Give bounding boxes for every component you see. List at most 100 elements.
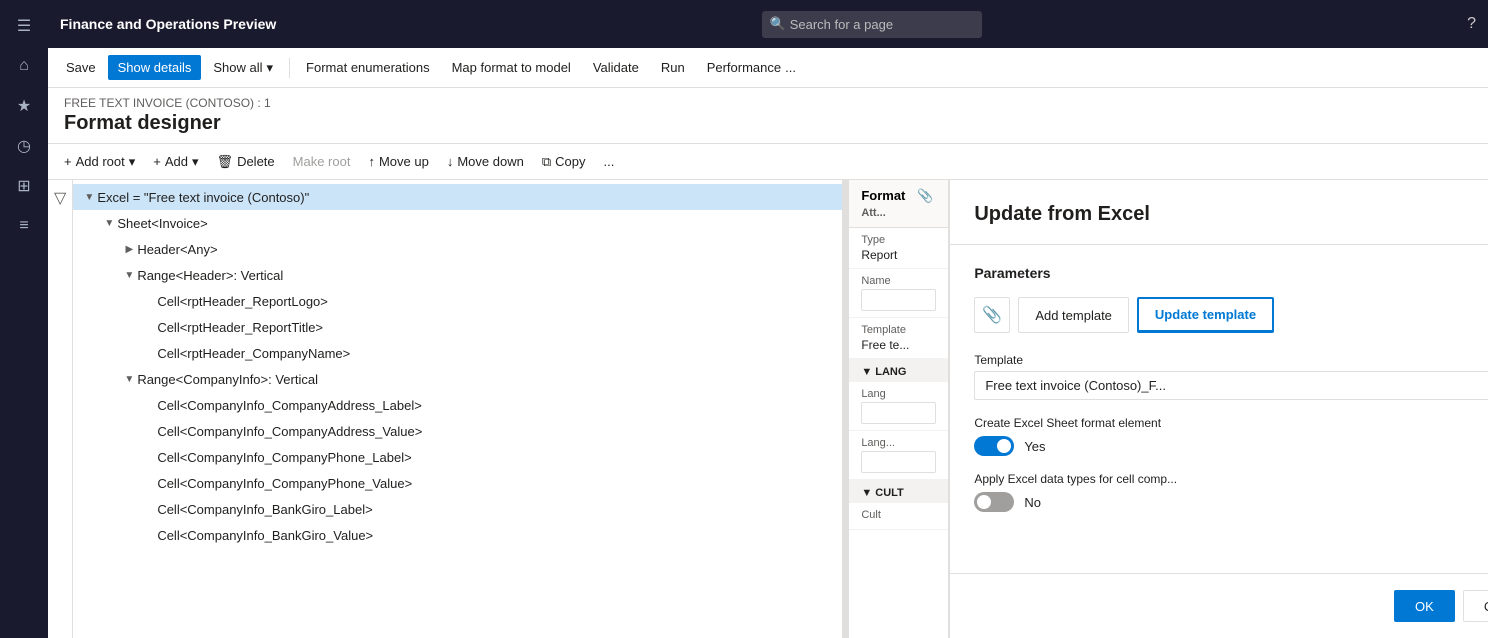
tree-node-10[interactable]: Cell<CompanyInfo_CompanyAddress_Value> xyxy=(73,418,842,444)
add-button[interactable]: + Add ▾ xyxy=(145,150,206,174)
help-icon[interactable]: ? xyxy=(1467,15,1476,33)
update-template-button[interactable]: Update template xyxy=(1137,297,1274,333)
delete-button[interactable]: 🗑 Delete xyxy=(209,150,283,174)
props-cult-row: Cult xyxy=(849,503,948,530)
att-label: Att... xyxy=(861,207,885,219)
search-icon: 🔍 xyxy=(770,16,786,32)
cancel-button[interactable]: Cancel xyxy=(1463,590,1488,622)
save-button[interactable]: Save xyxy=(56,55,106,80)
favorites-icon[interactable]: ★ xyxy=(6,88,42,124)
tree-node-2[interactable]: ▼ Sheet<Invoice> xyxy=(73,210,842,236)
content-area: ▽ ▼ Excel = "Free text invoice (Contoso)… xyxy=(48,180,1488,638)
format-enumerations-button[interactable]: Format enumerations xyxy=(296,55,440,80)
toggle-icon-6 xyxy=(141,319,157,335)
add-root-button[interactable]: + Add root ▾ xyxy=(56,150,143,174)
page-header: FREE TEXT INVOICE (CONTOSO) : 1 Format d… xyxy=(48,88,1488,144)
lang-section: ▼ LANG xyxy=(849,359,948,382)
props-type-row: Type Report xyxy=(849,228,948,269)
right-panel-header: Update from Excel ∧ xyxy=(950,180,1488,245)
parameters-section-title: Parameters xyxy=(974,265,1488,281)
toggle-icon-5 xyxy=(141,293,157,309)
cult-section-label: ▼ CULT xyxy=(861,487,903,499)
map-format-to-model-button[interactable]: Map format to model xyxy=(442,55,581,80)
down-arrow-icon: ↓ xyxy=(447,154,454,169)
tree-node-5[interactable]: Cell<rptHeader_ReportLogo> xyxy=(73,288,842,314)
template-select[interactable]: Free text invoice (Contoso)_F... xyxy=(974,371,1488,400)
app-rail: ☰ ⌂ ★ ◷ ⊞ ≡ xyxy=(0,0,48,638)
validate-button[interactable]: Validate xyxy=(583,55,649,80)
template-field: Template Free text invoice (Contoso)_F..… xyxy=(974,353,1488,400)
lang-label: Lang xyxy=(861,388,936,400)
performance-button[interactable]: Performance ... xyxy=(697,55,806,80)
toggle-icon-13 xyxy=(141,501,157,517)
tree-node-11[interactable]: Cell<CompanyInfo_CompanyPhone_Label> xyxy=(73,444,842,470)
tree-node-6[interactable]: Cell<rptHeader_ReportTitle> xyxy=(73,314,842,340)
lang-input[interactable] xyxy=(861,402,936,424)
filter-icon[interactable]: ▽ xyxy=(54,188,66,208)
tree-node-3[interactable]: ▶ Header<Any> xyxy=(73,236,842,262)
ellipsis-icon: ... xyxy=(785,60,796,75)
more-button[interactable]: ... xyxy=(595,150,622,173)
tree-node-4[interactable]: ▼ Range<Header>: Vertical xyxy=(73,262,842,288)
ok-button[interactable]: OK xyxy=(1394,590,1455,622)
props-lang2-row: Lang... xyxy=(849,431,948,480)
show-all-button[interactable]: Show all ▾ xyxy=(203,55,283,81)
tree-node-label-11: Cell<CompanyInfo_CompanyPhone_Label> xyxy=(157,450,834,465)
tree-node-12[interactable]: Cell<CompanyInfo_CompanyPhone_Value> xyxy=(73,470,842,496)
copy-button[interactable]: ⧉ Copy xyxy=(534,150,594,174)
template-prop-label: Template xyxy=(861,324,936,336)
toggle-icon-9 xyxy=(141,397,157,413)
tree-node-1[interactable]: ▼ Excel = "Free text invoice (Contoso)" xyxy=(73,184,842,210)
attach-button[interactable]: 📎 xyxy=(974,297,1010,333)
tree-content: ▼ Excel = "Free text invoice (Contoso)" … xyxy=(73,180,842,638)
make-root-button[interactable]: Make root xyxy=(285,150,359,173)
name-label: Name xyxy=(861,275,936,287)
tree-node-label-9: Cell<CompanyInfo_CompanyAddress_Label> xyxy=(157,398,834,413)
toggle-icon-8: ▼ xyxy=(121,371,137,387)
template-buttons-row: 📎 Add template Update template xyxy=(974,297,1488,333)
home-icon[interactable]: ⌂ xyxy=(6,48,42,84)
toggle-icon-14 xyxy=(141,527,157,543)
apply-data-types-toggle[interactable] xyxy=(974,492,1014,512)
props-lang-row: Lang xyxy=(849,382,948,431)
tree-node-13[interactable]: Cell<CompanyInfo_BankGiro_Label> xyxy=(73,496,842,522)
copy-icon: ⧉ xyxy=(542,154,551,170)
show-details-button[interactable]: Show details xyxy=(108,55,202,80)
name-input[interactable] xyxy=(861,289,936,311)
filter-area: ▽ xyxy=(48,180,73,638)
chevron-down-icon: ▾ xyxy=(267,60,274,76)
right-panel: Update from Excel ∧ Parameters 📎 Add tem… xyxy=(949,180,1488,638)
modules-icon[interactable]: ≡ xyxy=(6,208,42,244)
workspaces-icon[interactable]: ⊞ xyxy=(6,168,42,204)
delete-icon: 🗑 xyxy=(217,154,234,170)
apply-data-types-value: No xyxy=(1024,495,1041,510)
properties-header: Format 📎 Att... xyxy=(849,180,948,228)
toggle-icon-1: ▼ xyxy=(81,189,97,205)
move-down-button[interactable]: ↓ Move down xyxy=(439,150,532,173)
recent-icon[interactable]: ◷ xyxy=(6,128,42,164)
breadcrumb-text: FREE TEXT INVOICE (CONTOSO) : 1 xyxy=(64,96,271,110)
properties-panel: Format 📎 Att... Type Report Name Templat… xyxy=(849,180,949,638)
create-sheet-toggle[interactable] xyxy=(974,436,1014,456)
move-up-button[interactable]: ↑ Move up xyxy=(360,150,436,173)
search-input[interactable] xyxy=(762,11,982,38)
lang-input-2[interactable] xyxy=(861,451,936,473)
tree-node-14[interactable]: Cell<CompanyInfo_BankGiro_Value> xyxy=(73,522,842,548)
tree-node-label-14: Cell<CompanyInfo_BankGiro_Value> xyxy=(157,528,834,543)
secondary-toolbar: Save Show details Show all ▾ Format enum… xyxy=(48,48,1488,88)
run-button[interactable]: Run xyxy=(651,55,695,80)
tree-node-9[interactable]: Cell<CompanyInfo_CompanyAddress_Label> xyxy=(73,392,842,418)
add-template-button[interactable]: Add template xyxy=(1018,297,1129,333)
type-value: Report xyxy=(861,248,936,262)
hamburger-menu-icon[interactable]: ☰ xyxy=(6,8,42,44)
tree-node-8[interactable]: ▼ Range<CompanyInfo>: Vertical xyxy=(73,366,842,392)
toggle-icon-12 xyxy=(141,475,157,491)
lang-section-label: ▼ LANG xyxy=(861,366,906,378)
apply-data-types-label: Apply Excel data types for cell comp... xyxy=(974,472,1488,486)
props-name-row: Name xyxy=(849,269,948,318)
chevron-icon-2: ▾ xyxy=(192,154,199,170)
template-prop-value: Free te... xyxy=(861,338,936,352)
tree-node-7[interactable]: Cell<rptHeader_CompanyName> xyxy=(73,340,842,366)
tree-node-label-12: Cell<CompanyInfo_CompanyPhone_Value> xyxy=(157,476,834,491)
toggle-icon-4: ▼ xyxy=(121,267,137,283)
